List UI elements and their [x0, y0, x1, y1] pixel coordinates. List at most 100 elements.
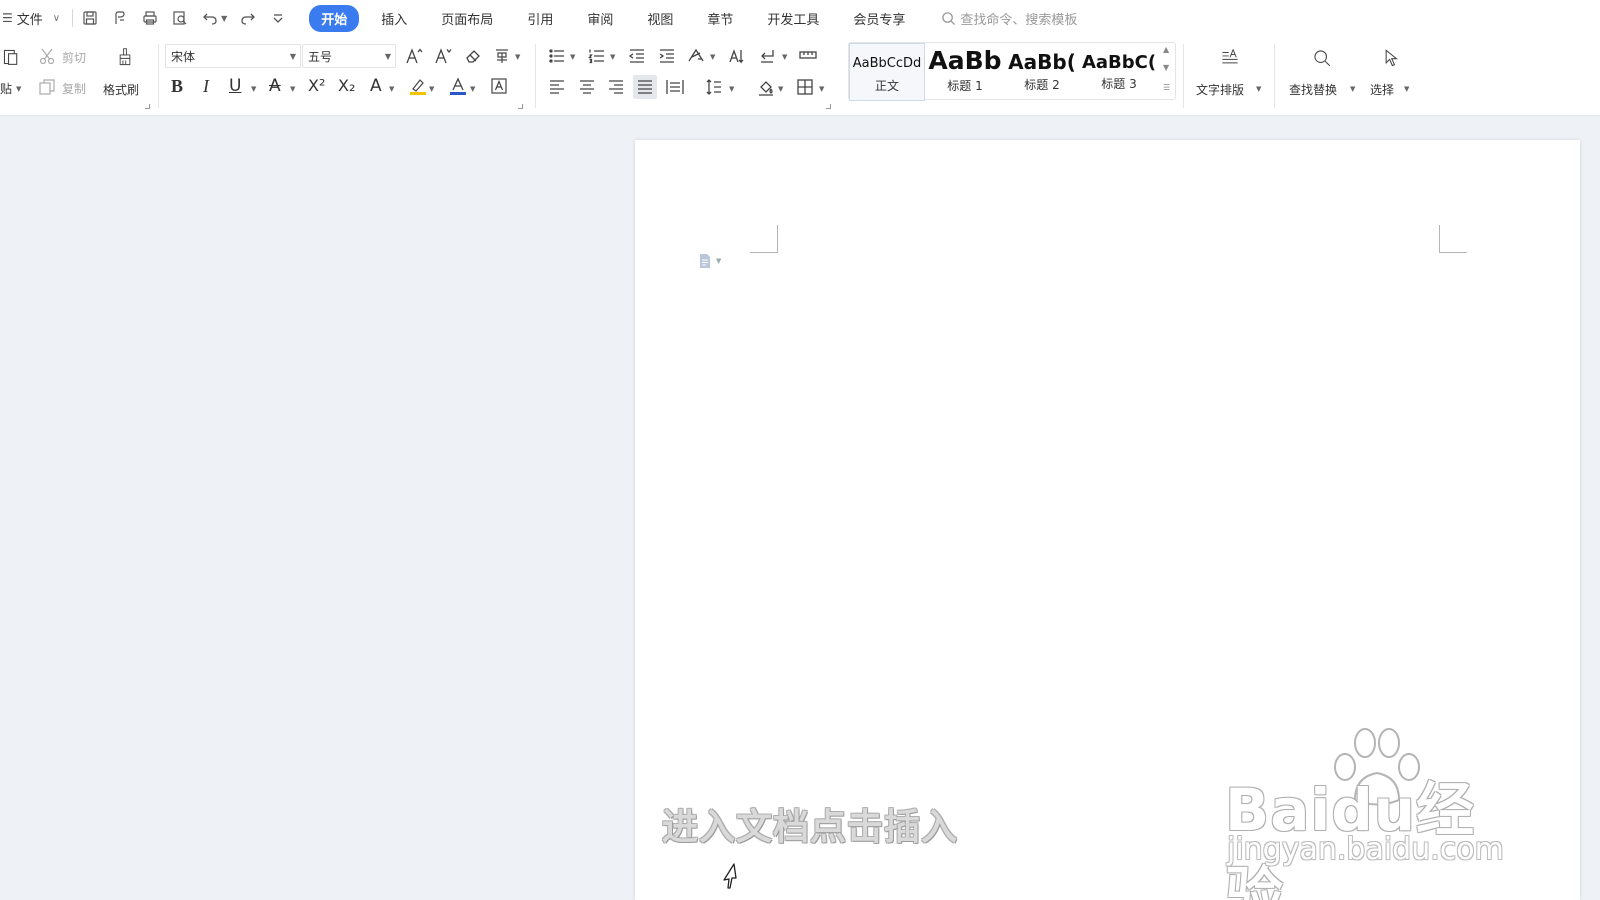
- mouse-cursor-icon: [723, 863, 737, 889]
- paste-dropdown-icon[interactable]: ▼: [16, 85, 21, 93]
- styles-more-icon[interactable]: ☰: [1163, 83, 1170, 92]
- underline-icon[interactable]: U: [229, 76, 241, 96]
- phonetic-guide-icon[interactable]: [492, 46, 512, 66]
- customize-toolbar-icon[interactable]: [269, 9, 287, 27]
- tab-stops-icon[interactable]: [798, 46, 818, 66]
- paste-label[interactable]: 贴: [0, 80, 12, 97]
- numbered-list-icon[interactable]: [587, 46, 607, 66]
- cut-icon[interactable]: [37, 46, 57, 66]
- select-label[interactable]: 选择: [1370, 81, 1394, 98]
- line-spacing-icon[interactable]: [704, 77, 724, 97]
- print-preview-icon[interactable]: [171, 9, 189, 27]
- style-preview: AaBb(: [1008, 50, 1076, 74]
- format-painter-icon[interactable]: [112, 42, 138, 72]
- tab-insert[interactable]: 插入: [369, 5, 419, 32]
- underline-dropdown-icon[interactable]: ▼: [251, 85, 256, 93]
- numbered-list-dropdown-icon[interactable]: ▼: [610, 53, 615, 61]
- styles-scroll-up-icon[interactable]: ▲: [1163, 45, 1169, 54]
- show-marks-icon[interactable]: [757, 46, 777, 66]
- cut-label[interactable]: 剪切: [62, 49, 86, 66]
- clear-formatting-icon[interactable]: [463, 46, 483, 66]
- find-replace-label[interactable]: 查找替换: [1289, 81, 1337, 98]
- borders-icon[interactable]: [795, 77, 815, 97]
- shading-icon[interactable]: [756, 77, 776, 97]
- copy-label[interactable]: 复制: [62, 80, 86, 97]
- tab-member[interactable]: 会员专享: [841, 5, 917, 32]
- style-heading-1[interactable]: AaBb 标题 1: [927, 43, 1003, 101]
- align-center-icon[interactable]: [577, 77, 597, 97]
- undo-dropdown-icon[interactable]: ▼: [221, 14, 227, 23]
- find-replace-icon[interactable]: [1307, 43, 1337, 73]
- style-heading-2[interactable]: AaBb( 标题 2: [1004, 43, 1080, 101]
- text-effects-icon[interactable]: A: [370, 76, 382, 96]
- font-dialog-launcher[interactable]: [518, 104, 523, 109]
- font-color-icon[interactable]: [448, 76, 468, 96]
- borders-dropdown-icon[interactable]: ▼: [819, 85, 824, 93]
- divider: [72, 9, 74, 27]
- strikethrough-icon[interactable]: A: [269, 76, 281, 96]
- paragraph-layout-button[interactable]: ▼: [697, 253, 721, 269]
- increase-indent-icon[interactable]: [657, 46, 677, 66]
- bullet-list-dropdown-icon[interactable]: ▼: [570, 53, 575, 61]
- select-cursor-icon[interactable]: [1378, 44, 1404, 72]
- format-painter-label[interactable]: 格式刷: [103, 81, 139, 98]
- file-menu[interactable]: ☰ 文件 ∨: [0, 9, 60, 28]
- align-right-icon[interactable]: [606, 77, 626, 97]
- margin-marker-top-right: [1439, 225, 1467, 253]
- tab-page-layout[interactable]: 页面布局: [429, 5, 505, 32]
- text-effects-dropdown-icon[interactable]: ▼: [389, 85, 394, 93]
- clipboard-dialog-launcher[interactable]: [145, 104, 150, 109]
- tab-chapter[interactable]: 章节: [695, 5, 745, 32]
- tab-references[interactable]: 引用: [515, 5, 565, 32]
- save-icon[interactable]: [81, 9, 99, 27]
- tab-home[interactable]: 开始: [309, 4, 360, 32]
- font-color-dropdown-icon[interactable]: ▼: [470, 85, 475, 93]
- paste-icon[interactable]: [0, 44, 22, 70]
- find-replace-dropdown-icon[interactable]: ▼: [1350, 85, 1355, 93]
- bullet-list-icon[interactable]: [547, 46, 567, 66]
- font-name-select[interactable]: 宋体 ▼: [165, 44, 301, 68]
- tab-review[interactable]: 审阅: [575, 5, 625, 32]
- character-border-icon[interactable]: [489, 76, 509, 96]
- decrease-font-size-icon[interactable]: [433, 46, 453, 66]
- export-pdf-icon[interactable]: [111, 9, 129, 27]
- shading-dropdown-icon[interactable]: ▼: [778, 85, 783, 93]
- sort-icon[interactable]: [727, 46, 747, 66]
- select-dropdown-icon[interactable]: ▼: [1404, 85, 1409, 93]
- chinese-layout-icon[interactable]: [686, 46, 706, 66]
- styles-scroll-down-icon[interactable]: ▼: [1163, 63, 1169, 72]
- copy-icon[interactable]: [37, 77, 57, 97]
- highlight-dropdown-icon[interactable]: ▼: [429, 85, 434, 93]
- font-size-select[interactable]: 五号 ▼: [302, 44, 396, 68]
- chinese-layout-dropdown-icon[interactable]: ▼: [710, 53, 715, 61]
- text-layout-dropdown-icon[interactable]: ▼: [1256, 85, 1261, 93]
- text-layout-icon[interactable]: [1216, 44, 1244, 72]
- highlight-icon[interactable]: [408, 76, 428, 96]
- subtitle-caption: 进入文档点击插入: [662, 807, 959, 848]
- command-search[interactable]: 查找命令、搜索模板: [941, 9, 1077, 28]
- tab-view[interactable]: 视图: [635, 5, 685, 32]
- show-marks-dropdown-icon[interactable]: ▼: [782, 53, 787, 61]
- decrease-indent-icon[interactable]: [627, 46, 647, 66]
- paragraph-dialog-launcher[interactable]: [826, 104, 831, 109]
- italic-icon[interactable]: I: [203, 76, 209, 97]
- subscript-icon[interactable]: X₂: [338, 76, 355, 95]
- tab-developer[interactable]: 开发工具: [755, 5, 831, 32]
- chevron-down-icon: ▼: [289, 52, 296, 61]
- justify-icon[interactable]: [633, 75, 657, 99]
- text-layout-label[interactable]: 文字排版: [1196, 81, 1244, 98]
- bold-icon[interactable]: B: [171, 76, 183, 97]
- superscript-icon[interactable]: X²: [308, 76, 325, 95]
- increase-font-size-icon[interactable]: [404, 46, 424, 66]
- style-normal[interactable]: AaBbCcDd 正文: [849, 43, 925, 101]
- strikethrough-dropdown-icon[interactable]: ▼: [290, 85, 295, 93]
- style-preview: AaBbC(: [1081, 52, 1157, 73]
- undo-icon[interactable]: [201, 9, 219, 27]
- align-left-icon[interactable]: [547, 77, 567, 97]
- distributed-align-icon[interactable]: [665, 77, 685, 97]
- style-heading-3[interactable]: AaBbC( 标题 3: [1081, 43, 1157, 101]
- phonetic-dropdown-icon[interactable]: ▼: [515, 53, 520, 61]
- redo-icon[interactable]: [239, 9, 257, 27]
- line-spacing-dropdown-icon[interactable]: ▼: [729, 85, 734, 93]
- print-icon[interactable]: [141, 9, 159, 27]
